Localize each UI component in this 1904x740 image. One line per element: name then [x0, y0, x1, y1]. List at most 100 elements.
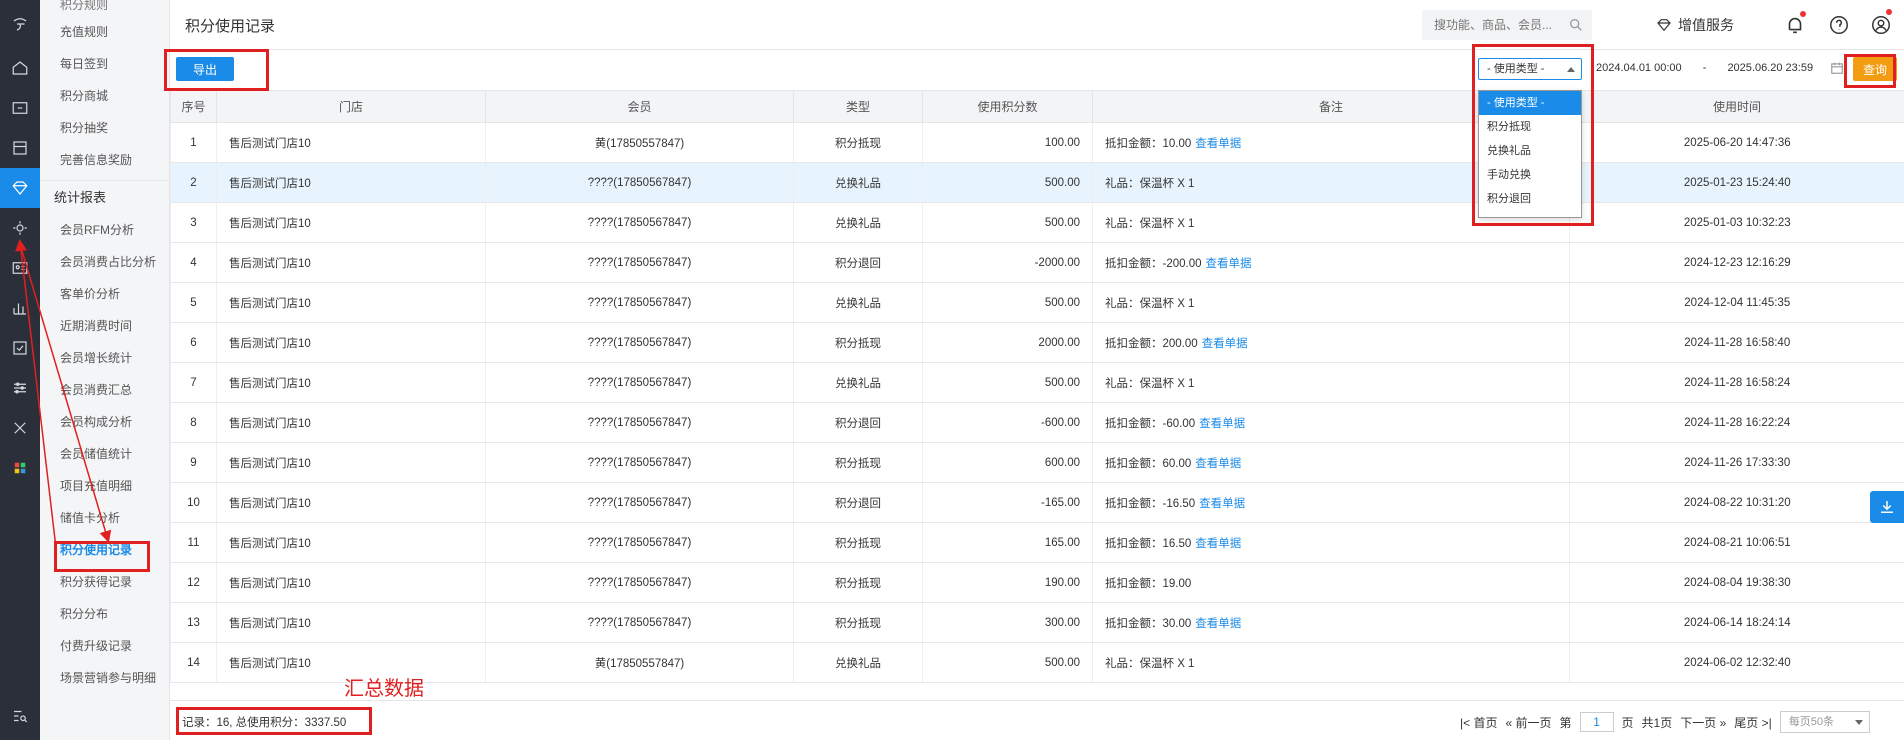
table-row[interactable]: 5 售后测试门店10 ????(17850567847) 兑换礼品 500.00 礼品：保… — [170, 282, 1904, 323]
table-row[interactable]: 6 售后测试门店10 ????(17850567847) 积分抵现 2000.00 抵扣金… — [170, 322, 1904, 363]
bell-icon[interactable] — [1784, 14, 1806, 36]
rail-marketing[interactable] — [0, 208, 40, 248]
gear-icon — [13, 221, 27, 235]
table-row[interactable]: 8 售后测试门店10 ????(17850567847) 积分退回 -600.00 抵扣金… — [170, 402, 1904, 443]
help-icon[interactable] — [1828, 14, 1850, 36]
rail-staff[interactable] — [0, 248, 40, 288]
rail-goods[interactable] — [0, 128, 40, 168]
view-receipt-link[interactable]: 查看单据 — [1195, 458, 1241, 470]
cell-points: 500.00 — [922, 282, 1093, 323]
view-receipt-link[interactable]: 查看单据 — [1199, 498, 1245, 510]
cell-member: ????(17850567847) — [485, 242, 794, 283]
next-page-button[interactable]: 下一页 » — [1680, 714, 1726, 731]
table-row[interactable]: 12 售后测试门店10 ????(17850567847) 积分抵现 190.00 抵扣金… — [170, 562, 1904, 603]
cell-no: 2 — [170, 162, 217, 203]
toolbar: 导出 - 使用类型 - 2024.04.01 00:00 - 2025.06.2… — [170, 50, 1904, 90]
rail-check[interactable] — [0, 328, 40, 368]
annotation-label: 汇总数据 — [344, 678, 424, 700]
table-row[interactable]: 11 售后测试门店10 ????(17850567847) 积分抵现 165.00 抵扣金… — [170, 522, 1904, 563]
cell-store: 售后测试门店10 — [216, 282, 486, 323]
cell-points: -2000.00 — [922, 242, 1093, 283]
table-body: 1 售后测试门店10 黄(17850557847) 积分抵现 100.00 抵扣金额：10… — [170, 122, 1904, 683]
view-receipt-link[interactable]: 查看单据 — [1206, 258, 1252, 270]
rail-report[interactable] — [0, 288, 40, 328]
menu-item[interactable]: 场景营销参与明细 — [40, 662, 169, 694]
rail-settings[interactable] — [0, 368, 40, 408]
rail-tools[interactable] — [0, 408, 40, 448]
view-receipt-link[interactable]: 查看单据 — [1199, 418, 1245, 430]
cell-type: 兑换礼品 — [793, 282, 923, 323]
view-receipt-link[interactable]: 查看单据 — [1202, 338, 1248, 350]
view-receipt-link[interactable]: 查看单据 — [1195, 618, 1241, 630]
menu-search-icon — [14, 710, 28, 723]
table-row[interactable]: 14 售后测试门店10 黄(17850557847) 兑换礼品 500.00 礼品：保温杯… — [170, 642, 1904, 683]
cell-member: ????(17850567847) — [485, 202, 794, 243]
global-search[interactable] — [1422, 10, 1592, 40]
menu-item[interactable]: 完善信息奖励 — [40, 144, 169, 176]
table-row[interactable]: 7 售后测试门店10 ????(17850567847) 兑换礼品 500.00 礼品：保… — [170, 362, 1904, 403]
book-icon — [13, 141, 27, 155]
calendar-icon[interactable] — [1830, 61, 1844, 75]
search-icon[interactable] — [1568, 17, 1584, 33]
menu-item[interactable]: 每日签到 — [40, 48, 169, 80]
cell-member: ????(17850567847) — [485, 322, 794, 363]
cell-no: 12 — [170, 562, 217, 603]
search-input[interactable] — [1422, 10, 1562, 40]
cell-note: 礼品：保温杯 X 1 — [1092, 362, 1570, 403]
menu-item[interactable]: 会员RFM分析 — [40, 214, 169, 246]
view-receipt-link[interactable]: 查看单据 — [1195, 538, 1241, 550]
table-row[interactable]: 13 售后测试门店10 ????(17850567847) 积分抵现 300.00 抵扣金… — [170, 602, 1904, 643]
date-range[interactable]: 2024.04.01 00:00 - 2025.06.20 23:59 — [1596, 62, 1813, 74]
menu-item[interactable]: 会员消费占比分析 — [40, 246, 169, 278]
menu-item[interactable]: 积分分布 — [40, 598, 169, 630]
menu-item[interactable]: 积分商城 — [40, 80, 169, 112]
value-added-service-button[interactable]: 增值服务 — [1656, 15, 1734, 35]
rail-member[interactable] — [0, 168, 40, 208]
rail-search[interactable] — [0, 696, 40, 736]
cell-time: 2025-06-20 14:47:36 — [1569, 122, 1904, 163]
note-text: 礼品：保温杯 X 1 — [1105, 377, 1195, 390]
page-size-select[interactable]: 每页50条 — [1779, 711, 1870, 733]
table-row[interactable]: 1 售后测试门店10 黄(17850557847) 积分抵现 100.00 抵扣金额：10… — [170, 122, 1904, 163]
table-row[interactable]: 4 售后测试门店10 ????(17850567847) 积分退回 -2000.00 抵扣… — [170, 242, 1904, 283]
note-text: 礼品：保温杯 X 1 — [1105, 217, 1195, 230]
rail-cashier[interactable] — [0, 88, 40, 128]
first-page-button[interactable]: |< 首页 — [1460, 714, 1497, 731]
first-page-label: 首页 — [1473, 715, 1498, 730]
menu-item[interactable]: 付费升级记录 — [40, 630, 169, 662]
menu-item-cut[interactable]: 积分规则 — [40, 0, 169, 16]
table-row[interactable]: 9 售后测试门店10 ????(17850567847) 积分抵现 600.00 抵扣金额… — [170, 442, 1904, 483]
note-text: 礼品：保温杯 X 1 — [1105, 297, 1195, 310]
column-header: 类型 — [793, 90, 923, 123]
cell-note: 礼品：保温杯 X 1 — [1092, 282, 1570, 323]
table-footer: 记录：16, 总使用积分：3337.50 |< 首页 « 前一页 第 页 共1页… — [170, 700, 1904, 740]
date-start[interactable]: 2024.04.01 00:00 — [1596, 62, 1682, 74]
menu-item[interactable]: 充值规则 — [40, 16, 169, 48]
menu-item[interactable]: 储值卡分析 — [40, 502, 169, 534]
cell-member: ????(17850567847) — [485, 442, 794, 483]
page-number-input[interactable] — [1579, 712, 1614, 732]
menu-item[interactable]: 会员增长统计 — [40, 342, 169, 374]
last-page-button[interactable]: 尾页 >| — [1734, 714, 1771, 731]
menu-item[interactable]: 积分抽奖 — [40, 112, 169, 144]
rail-apps[interactable] — [0, 448, 40, 488]
cell-time: 2024-08-21 10:06:51 — [1569, 522, 1904, 563]
menu-item[interactable]: 会员消费汇总 — [40, 374, 169, 406]
menu-item[interactable]: 项目充值明细 — [40, 470, 169, 502]
menu-item[interactable]: 会员构成分析 — [40, 406, 169, 438]
app-logo[interactable] — [0, 0, 40, 48]
menu-item[interactable]: 近期消费时间 — [40, 310, 169, 342]
table-row[interactable]: 2 售后测试门店10 ????(17850567847) 兑换礼品 500.00 礼品：保… — [170, 162, 1904, 203]
user-icon[interactable] — [1870, 14, 1892, 36]
table-row[interactable]: 3 售后测试门店10 ????(17850567847) 兑换礼品 500.00 礼品：保… — [170, 202, 1904, 243]
menu-item[interactable]: 客单价分析 — [40, 278, 169, 310]
date-end[interactable]: 2025.06.20 23:59 — [1727, 62, 1813, 74]
rail-home[interactable] — [0, 48, 40, 88]
view-receipt-link[interactable]: 查看单据 — [1195, 138, 1241, 150]
download-float-button[interactable] — [1870, 491, 1904, 523]
menu-item[interactable]: 会员储值统计 — [40, 438, 169, 470]
table-row[interactable]: 10 售后测试门店10 ????(17850567847) 积分退回 -165.00 抵扣… — [170, 482, 1904, 523]
prev-page-button[interactable]: « 前一页 — [1505, 714, 1551, 731]
cell-member: ????(17850567847) — [485, 522, 794, 563]
cell-type: 兑换礼品 — [793, 162, 923, 203]
